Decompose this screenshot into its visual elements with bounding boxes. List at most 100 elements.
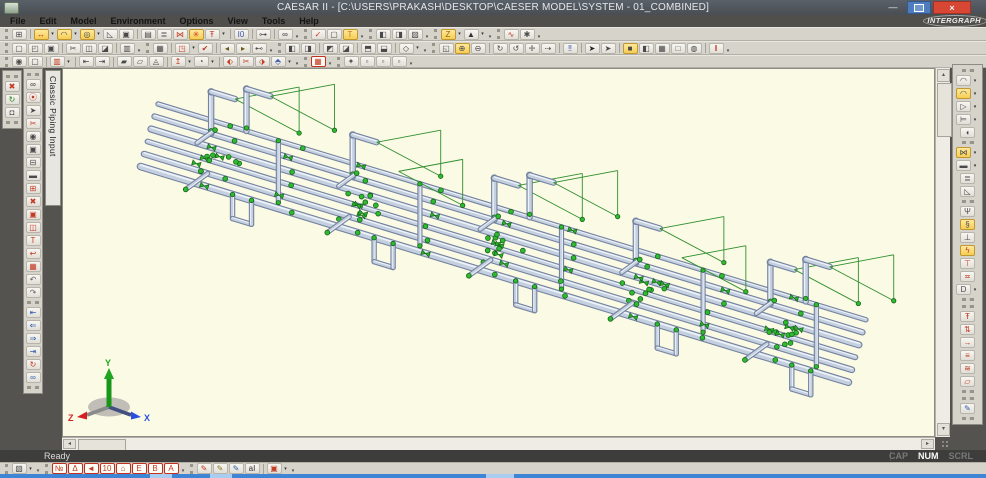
select-icon[interactable]: ➤	[585, 43, 600, 54]
toolbar-grip[interactable]	[5, 43, 8, 53]
rigid-element-icon[interactable]: ▬	[956, 160, 971, 171]
dropdown-arrow-icon[interactable]: ▾	[209, 59, 216, 65]
flange-check-icon[interactable]: ✳	[189, 29, 204, 40]
copy-icon[interactable]: ◫	[82, 43, 97, 54]
last-element-icon[interactable]: ⇥	[26, 346, 41, 357]
toolbar-grip[interactable]	[27, 386, 39, 389]
render-solid-icon[interactable]: ■	[623, 43, 638, 54]
cut-icon[interactable]: ✂	[66, 43, 81, 54]
render-wireframe-icon[interactable]: ▦	[655, 43, 670, 54]
toolbar-grip[interactable]	[6, 121, 18, 124]
undo-icon[interactable]: ↶	[26, 274, 41, 285]
render-shaded-icon[interactable]: ◍	[687, 43, 702, 54]
image-capture-icon[interactable]: ▣	[267, 463, 282, 474]
node-numbers-icon[interactable]: ▥	[50, 56, 65, 67]
flange-icon[interactable]: ⊨	[956, 114, 971, 125]
temperature-display-icon[interactable]: ↥	[171, 56, 186, 67]
view-right-icon[interactable]: ◪	[339, 43, 354, 54]
toolbar-overflow-button[interactable]: ▾	[293, 61, 301, 67]
delete-icon[interactable]: ✖	[5, 81, 20, 92]
toolbar-grip[interactable]	[45, 464, 48, 474]
toolbar-overflow-button[interactable]: ▾	[423, 34, 431, 40]
zoom-window-icon[interactable]: ◱	[439, 43, 454, 54]
cut-plane-icon[interactable]: ✂	[239, 56, 254, 67]
find-node-icon[interactable]: ∞	[278, 29, 293, 40]
align-left-icon[interactable]: ⇤	[79, 56, 94, 67]
refresh-icon[interactable]: ↻	[5, 94, 20, 105]
window-layout-icon[interactable]: ⊞	[12, 29, 27, 40]
menu-item-tools[interactable]: Tools	[262, 15, 285, 27]
marker-blue-icon[interactable]: ✎	[229, 463, 244, 474]
expansion-joint-icon[interactable]: ≣	[960, 173, 975, 184]
dropdown-arrow-icon[interactable]: ▾	[971, 104, 979, 110]
toolbar-grip[interactable]	[304, 57, 307, 67]
dropdown-arrow-icon[interactable]: ▾	[456, 31, 463, 37]
break-element-icon[interactable]: ⊞	[26, 183, 41, 194]
tee-check-icon[interactable]: T	[343, 29, 358, 40]
vertical-scroll-thumb[interactable]	[937, 83, 952, 137]
reducer-icon[interactable]: ▷	[956, 101, 971, 112]
paste-icon[interactable]: ◪	[98, 43, 113, 54]
first-element-icon[interactable]: ⇤	[26, 307, 41, 318]
walkthrough-icon[interactable]: ⇢	[541, 43, 556, 54]
toolbar-overflow-button[interactable]: ▾	[267, 48, 275, 54]
pointer-icon[interactable]: ➤	[26, 105, 41, 116]
scroll-left-arrow-icon[interactable]: ◂	[63, 439, 76, 449]
dropdown-arrow-icon[interactable]: ▾	[479, 31, 486, 37]
toolbar-grip[interactable]	[337, 57, 340, 67]
toolbar-grip[interactable]	[432, 43, 435, 53]
block-operations-icon[interactable]: ▤	[141, 29, 156, 40]
marker-red-icon[interactable]: ✎	[197, 463, 212, 474]
valve-icon[interactable]: ⋈	[956, 147, 971, 158]
view-front-icon[interactable]: ◧	[285, 43, 300, 54]
toolbar-grip[interactable]	[27, 301, 39, 304]
wind-load-icon[interactable]: ≋	[960, 363, 975, 374]
view-bottom-icon[interactable]: ⬓	[377, 43, 392, 54]
snapshot-icon[interactable]: ◉	[12, 56, 27, 67]
key-icon[interactable]: ⊶	[256, 29, 271, 40]
supports-a-icon[interactable]: ▰	[117, 56, 132, 67]
dash-icon[interactable]: ▬	[26, 170, 41, 181]
view-iso-icon[interactable]: ◇	[399, 43, 414, 54]
orbit-icon[interactable]: ↻	[493, 43, 508, 54]
menu-item-environment[interactable]: Environment	[111, 15, 166, 27]
frame-icon[interactable]: ▣	[26, 144, 41, 155]
zoom-out-icon[interactable]: ⊖	[471, 43, 486, 54]
dynamics-icon[interactable]: ∿	[504, 29, 519, 40]
grid-element-icon[interactable]: ▦	[26, 261, 41, 272]
align-right-icon[interactable]: ⇥	[95, 56, 110, 67]
utility-b-icon[interactable]: ▫	[360, 56, 375, 67]
render-mode-icon[interactable]: ▧	[12, 463, 27, 474]
utility-a-icon[interactable]: ✦	[344, 56, 359, 67]
render-hidden-line-icon[interactable]: □	[671, 43, 686, 54]
dropdown-arrow-icon[interactable]: ▾	[971, 287, 979, 293]
toolbar-grip[interactable]	[497, 29, 500, 39]
weld-icon[interactable]: ≖	[960, 271, 975, 282]
delta-display-icon[interactable]: Δ	[68, 463, 83, 474]
close-button[interactable]: ×	[933, 1, 971, 14]
render-translucent-icon[interactable]: ◧	[639, 43, 654, 54]
scroll-right-arrow-icon[interactable]: ▸	[921, 439, 934, 449]
bend-element-icon[interactable]: ↩	[26, 248, 41, 259]
equipment-c-icon[interactable]: ⬘	[271, 56, 286, 67]
tee-element-icon[interactable]: T	[26, 235, 41, 246]
menu-item-view[interactable]: View	[228, 15, 248, 27]
dropdown-arrow-icon[interactable]: ▾	[95, 31, 102, 37]
toolbar-overflow-button[interactable]: ▾	[407, 61, 415, 67]
menu-item-edit[interactable]: Edit	[40, 15, 57, 27]
new-file-icon[interactable]: ▢	[12, 43, 27, 54]
tee-icon[interactable]: ⊤	[960, 258, 975, 269]
dropdown-arrow-icon[interactable]: ▾	[286, 59, 293, 65]
annotation-display-icon[interactable]: A	[164, 463, 179, 474]
redo-icon[interactable]: ↷	[26, 287, 41, 298]
binoculars-icon[interactable]: ∞	[26, 79, 41, 90]
print-icon[interactable]: ▥	[120, 43, 135, 54]
menu-item-options[interactable]: Options	[180, 15, 214, 27]
torus-tool-icon[interactable]: ◎	[80, 29, 95, 40]
dropdown-arrow-icon[interactable]: ▾	[971, 163, 979, 169]
toolbar-grip[interactable]	[27, 73, 39, 76]
dropdown-arrow-icon[interactable]: ▾	[971, 91, 979, 97]
next-element-icon[interactable]: ▸	[236, 43, 251, 54]
surface-tool-icon[interactable]: ▲	[464, 29, 479, 40]
displacement-icon[interactable]: ⇅	[960, 324, 975, 335]
